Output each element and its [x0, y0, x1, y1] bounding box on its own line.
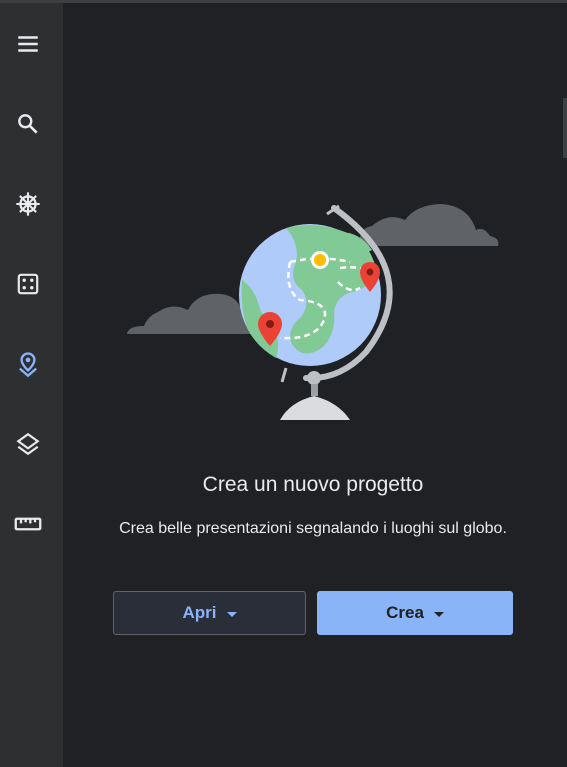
create-button-label: Crea [386, 603, 424, 622]
projects-button[interactable] [8, 344, 48, 384]
voyager-button[interactable] [8, 184, 48, 224]
ruler-icon [14, 517, 42, 531]
cloud-right [359, 204, 499, 246]
projects-icon [19, 352, 37, 378]
globe-pin-bottom [280, 367, 288, 383]
open-project-button[interactable]: Apri [113, 591, 306, 635]
search-icon [18, 114, 38, 134]
app-window: Crea un nuovo progetto Crea belle presen… [0, 0, 567, 767]
globe-illustration [127, 204, 499, 420]
empty-state-title: Crea un nuovo progetto [202, 473, 424, 496]
create-project-button[interactable]: Crea [317, 591, 513, 635]
dice-icon [17, 273, 39, 295]
dropdown-arrow-icon [433, 612, 444, 617]
location-pin-top [311, 251, 329, 269]
globe-sphere [239, 224, 381, 366]
globe-base [280, 371, 350, 420]
map-style-button[interactable] [8, 424, 48, 464]
measure-button[interactable] [8, 504, 48, 544]
feeling-lucky-button[interactable] [8, 264, 48, 304]
empty-state-description: Crea belle presentazioni segnalando i lu… [119, 520, 507, 537]
menu-icon [18, 36, 38, 52]
menu-button[interactable] [8, 24, 48, 64]
sidebar [0, 3, 63, 767]
open-button-label: Apri [182, 603, 217, 622]
dropdown-arrow-icon [226, 612, 237, 617]
layers-icon [16, 432, 40, 456]
voyager-icon [16, 192, 40, 216]
search-button[interactable] [8, 104, 48, 144]
